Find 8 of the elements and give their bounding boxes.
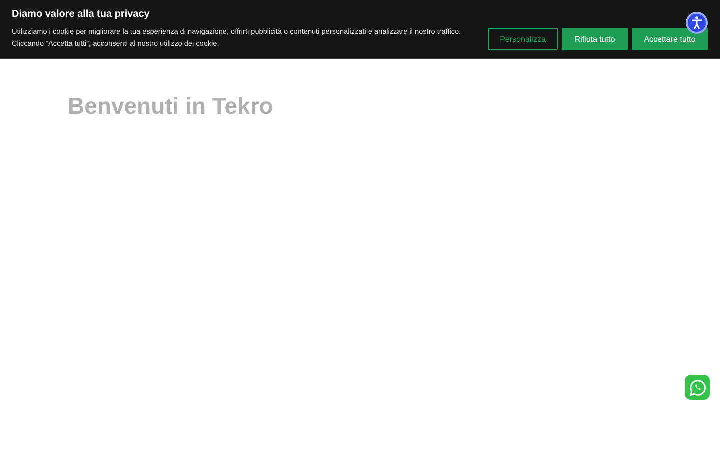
accessibility-icon <box>690 16 704 30</box>
accessibility-button[interactable] <box>686 12 708 34</box>
banner-title: Diamo valore alla tua privacy <box>12 9 151 20</box>
page-heading: Benvenuti in Tekro <box>68 93 274 120</box>
consent-button[interactable]: Accettare tutto <box>632 28 708 50</box>
consent-button[interactable]: Personalizza <box>488 28 558 50</box>
chat-bubble-icon <box>688 378 706 396</box>
consent-button[interactable]: Rifiuta tutto <box>562 28 628 50</box>
